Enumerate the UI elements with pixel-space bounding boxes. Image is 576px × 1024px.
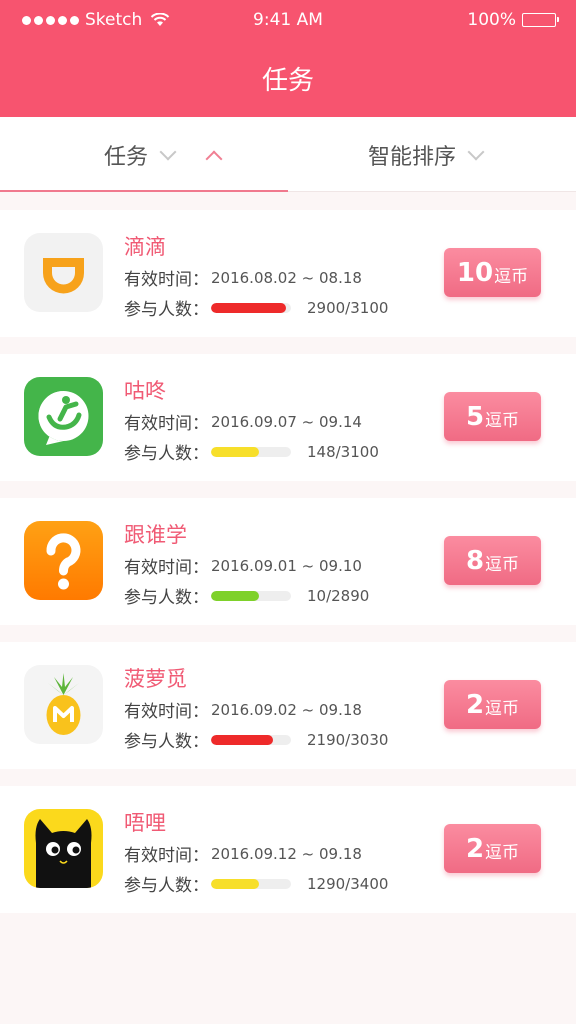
chevron-down-icon xyxy=(467,143,485,160)
task-card[interactable]: 菠萝觅 有效时间： 2016.09.02 ~ 09.18 参与人数： 2190/… xyxy=(0,642,576,769)
valid-time-row: 有效时间： 2016.08.02 ~ 08.18 xyxy=(124,265,362,291)
task-name: 咕咚 xyxy=(124,379,166,403)
task-card[interactable]: 咕咚 有效时间： 2016.09.07 ~ 09.14 参与人数： 148/31… xyxy=(0,354,576,481)
valid-time-value: 2016.09.02 ~ 09.18 xyxy=(211,700,362,719)
reward-button[interactable]: 8 逗币 xyxy=(444,536,541,585)
participants-progress xyxy=(211,302,291,313)
progress-fill xyxy=(211,302,286,313)
didi-icon xyxy=(24,233,103,312)
filter-bar: 任务 智能排序 xyxy=(0,117,576,192)
participants-row: 参与人数： 2190/3030 xyxy=(124,727,389,753)
reward-amount: 8 xyxy=(465,545,485,576)
task-name: 跟谁学 xyxy=(124,523,187,547)
task-name: 菠萝觅 xyxy=(124,667,187,691)
participants-label: 参与人数： xyxy=(124,300,209,320)
participants-row: 参与人数： 2900/3100 xyxy=(124,295,389,321)
task-name: 唔哩 xyxy=(124,811,166,835)
participants-progress xyxy=(211,590,291,601)
participants-count: 148/3100 xyxy=(307,442,379,461)
participants-progress xyxy=(211,878,291,889)
participants-row: 参与人数： 148/3100 xyxy=(124,439,379,465)
participants-label: 参与人数： xyxy=(124,588,209,608)
chevron-down-icon xyxy=(159,143,177,160)
reward-amount: 10 xyxy=(456,257,494,288)
valid-time-value: 2016.09.07 ~ 09.14 xyxy=(211,412,362,431)
reward-button[interactable]: 2 逗币 xyxy=(444,824,541,873)
participants-label: 参与人数： xyxy=(124,732,209,752)
app-header: Sketch 9:41 AM 100% 任务 xyxy=(0,0,576,117)
valid-time-label: 有效时间： xyxy=(124,558,209,578)
valid-time-row: 有效时间： 2016.09.01 ~ 09.10 xyxy=(124,553,362,579)
tab-sort-label: 智能排序 xyxy=(368,144,457,170)
progress-fill xyxy=(211,590,259,601)
reward-unit: 逗币 xyxy=(485,411,520,431)
valid-time-value: 2016.09.01 ~ 09.10 xyxy=(211,556,362,575)
valid-time-value: 2016.09.12 ~ 09.18 xyxy=(211,844,362,863)
participants-progress xyxy=(211,734,291,745)
valid-time-row: 有效时间： 2016.09.07 ~ 09.14 xyxy=(124,409,362,435)
question-icon xyxy=(24,521,103,600)
participants-progress xyxy=(211,446,291,457)
valid-time-row: 有效时间： 2016.09.12 ~ 09.18 xyxy=(124,841,362,867)
participants-count: 10/2890 xyxy=(307,586,370,605)
reward-amount: 2 xyxy=(465,689,485,720)
reward-button[interactable]: 5 逗币 xyxy=(444,392,541,441)
reward-unit: 逗币 xyxy=(485,555,520,575)
reward-unit: 逗币 xyxy=(485,699,520,719)
reward-button[interactable]: 10 逗币 xyxy=(444,248,541,297)
valid-time-value: 2016.08.02 ~ 08.18 xyxy=(211,268,362,287)
battery-icon xyxy=(522,13,559,27)
valid-time-label: 有效时间： xyxy=(124,414,209,434)
reward-button[interactable]: 2 逗币 xyxy=(444,680,541,729)
codoon-icon xyxy=(24,377,103,456)
task-card[interactable]: 滴滴 有效时间： 2016.08.02 ~ 08.18 参与人数： 2900/3… xyxy=(0,210,576,337)
participants-count: 2900/3100 xyxy=(307,298,389,317)
pineapple-icon xyxy=(24,665,103,744)
active-tab-indicator xyxy=(0,190,288,192)
tab-task-label: 任务 xyxy=(104,144,149,170)
progress-fill xyxy=(211,878,259,889)
valid-time-label: 有效时间： xyxy=(124,846,209,866)
participants-count: 2190/3030 xyxy=(307,730,389,749)
valid-time-label: 有效时间： xyxy=(124,270,209,290)
progress-fill xyxy=(211,734,274,745)
reward-unit: 逗币 xyxy=(485,843,520,863)
participants-label: 参与人数： xyxy=(124,876,209,896)
tab-task-filter[interactable]: 任务 xyxy=(104,117,223,192)
chevron-up-icon[interactable] xyxy=(205,150,223,167)
participants-count: 1290/3400 xyxy=(307,874,389,893)
status-bar: Sketch 9:41 AM 100% xyxy=(0,0,576,40)
black-cat-icon xyxy=(24,809,103,888)
task-list: 滴滴 有效时间： 2016.08.02 ~ 08.18 参与人数： 2900/3… xyxy=(0,210,576,930)
page-title: 任务 xyxy=(261,66,314,96)
participants-label: 参与人数： xyxy=(124,444,209,464)
participants-row: 参与人数： 1290/3400 xyxy=(124,871,389,897)
tab-smart-sort[interactable]: 智能排序 xyxy=(368,117,485,192)
valid-time-label: 有效时间： xyxy=(124,702,209,722)
reward-amount: 5 xyxy=(465,401,485,432)
battery-percent: 100% xyxy=(467,10,516,30)
battery-status: 100% xyxy=(467,10,559,30)
task-name: 滴滴 xyxy=(124,235,166,259)
reward-amount: 2 xyxy=(465,833,485,864)
valid-time-row: 有效时间： 2016.09.02 ~ 09.18 xyxy=(124,697,362,723)
progress-fill xyxy=(211,446,259,457)
participants-row: 参与人数： 10/2890 xyxy=(124,583,370,609)
task-card[interactable]: 跟谁学 有效时间： 2016.09.01 ~ 09.10 参与人数： 10/28… xyxy=(0,498,576,625)
task-card[interactable]: 唔哩 有效时间： 2016.09.12 ~ 09.18 参与人数： 1290/3… xyxy=(0,786,576,913)
reward-unit: 逗币 xyxy=(494,267,529,287)
